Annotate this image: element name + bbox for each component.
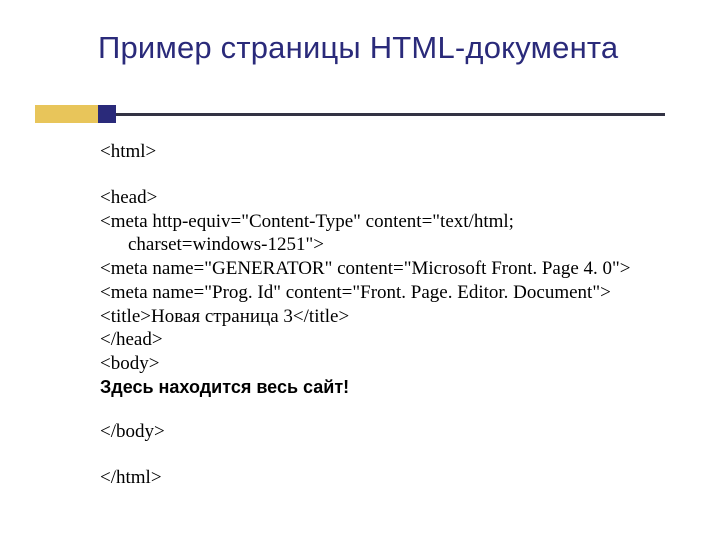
code-line: <meta name="Prog. Id" content="Front. Pa… — [100, 281, 660, 305]
divider-accent-navy — [98, 105, 116, 123]
code-line-indent: charset=windows-1251"> — [100, 233, 660, 257]
code-line: <head> — [100, 186, 660, 210]
code-content: <html> <head> <meta http-equiv="Content-… — [100, 140, 660, 512]
code-line: </head> — [100, 328, 660, 352]
code-block-head: <head> <meta http-equiv="Content-Type" c… — [100, 186, 660, 399]
divider-line — [98, 113, 665, 116]
code-line: <title>Новая страница 3</title> — [100, 305, 660, 329]
code-line: <body> — [100, 352, 660, 376]
code-line: </html> — [100, 466, 660, 490]
code-line-emphasis: Здесь находится весь сайт! — [100, 376, 660, 399]
code-line: </body> — [100, 420, 660, 444]
slide-title: Пример страницы HTML-документа — [98, 30, 618, 66]
spacer — [100, 398, 660, 420]
divider-accent-gold — [35, 105, 98, 123]
code-line: <meta http-equiv="Content-Type" content=… — [100, 210, 660, 234]
code-line: <html> — [100, 140, 660, 164]
code-line: <meta name="GENERATOR" content="Microsof… — [100, 257, 660, 281]
slide: Пример страницы HTML-документа <html> <h… — [0, 0, 720, 540]
title-divider — [35, 105, 665, 125]
